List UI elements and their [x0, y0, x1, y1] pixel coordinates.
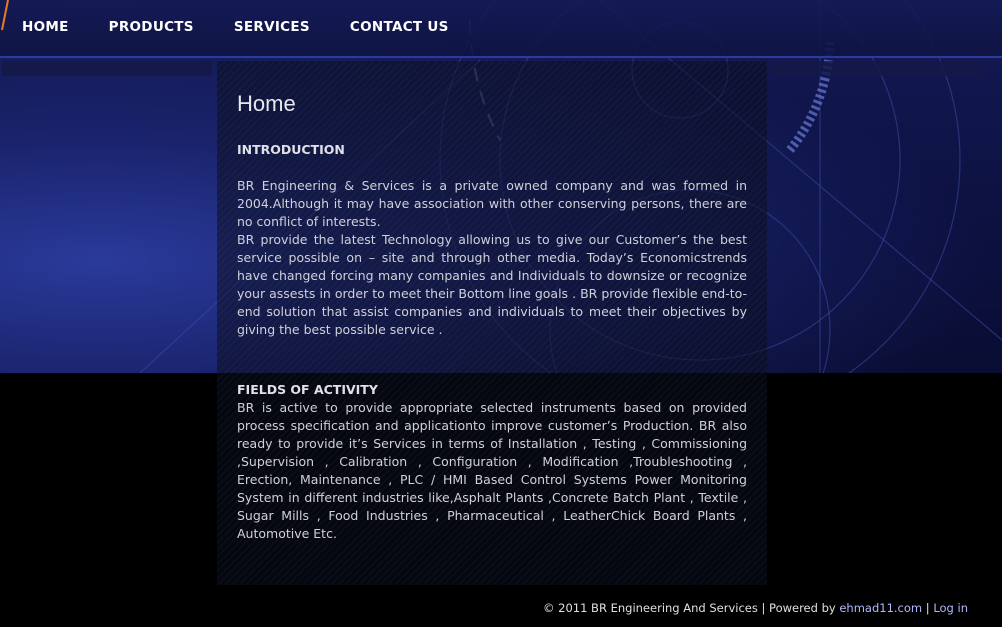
introduction-paragraph-2: BR provide the latest Technology allowin…	[237, 232, 747, 337]
fields-of-activity-heading: FIELDS OF ACTIVITY	[237, 382, 378, 397]
introduction-paragraph-1: BR Engineering & Services is a private o…	[237, 178, 747, 229]
nav-products[interactable]: PRODUCTS	[109, 19, 194, 35]
nav-home[interactable]: HOME	[22, 19, 69, 35]
fields-of-activity-paragraph: BR is active to provide appropriate sele…	[237, 400, 747, 541]
main-nav: HOME PRODUCTS SERVICES CONTACT US	[22, 19, 489, 35]
login-link[interactable]: Log in	[933, 601, 968, 615]
footer-copyright: © 2011 BR Engineering And Services | Pow…	[542, 601, 840, 615]
nav-contact-us[interactable]: CONTACT US	[350, 19, 449, 35]
left-sidebar-strip	[2, 61, 212, 76]
footer: © 2011 BR Engineering And Services | Pow…	[543, 601, 968, 615]
powered-by-link[interactable]: ehmad11.com	[839, 601, 922, 615]
nav-services[interactable]: SERVICES	[234, 19, 310, 35]
introduction-heading: INTRODUCTION	[237, 142, 345, 157]
footer-separator: |	[922, 601, 934, 615]
right-sidebar-strip	[772, 61, 982, 76]
main-content: Home INTRODUCTION BR Engineering & Servi…	[237, 90, 747, 543]
top-navigation-bar: HOME PRODUCTS SERVICES CONTACT US	[0, 0, 1002, 58]
accent-slash-icon	[1, 0, 9, 31]
page-title: Home	[237, 91, 296, 116]
